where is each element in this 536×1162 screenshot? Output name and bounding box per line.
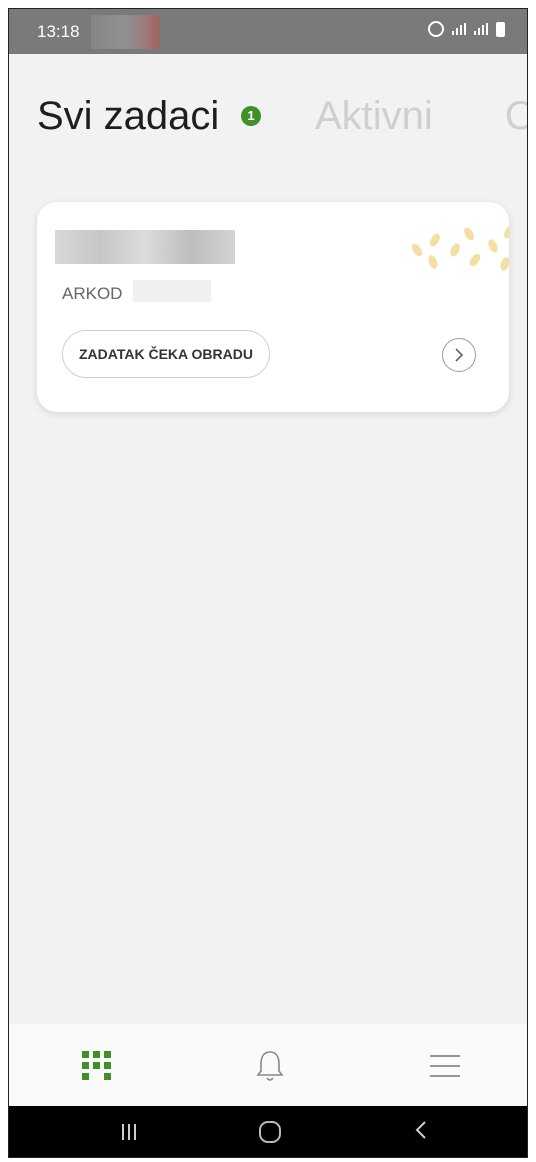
bottom-navigation <box>9 1024 527 1106</box>
signal-icon-2 <box>474 23 488 35</box>
signal-icon <box>452 23 466 35</box>
tab-active[interactable]: Aktivni <box>315 94 433 139</box>
task-title-redacted <box>55 230 235 264</box>
arkod-value-redacted <box>133 280 211 302</box>
phone-screen: 13:18 Svi zadaci 1 Aktivni O <box>8 8 528 1158</box>
status-notification-blur <box>91 15 159 49</box>
back-icon[interactable] <box>414 1119 428 1141</box>
status-icons <box>428 21 505 37</box>
chevron-right-icon <box>455 348 464 362</box>
tab-other[interactable]: O <box>505 94 527 139</box>
task-card[interactable]: ARKOD ZADATAK ČEKA OBRADU <box>37 202 509 412</box>
status-time: 13:18 <box>37 22 80 41</box>
recent-apps-icon[interactable] <box>119 1122 139 1142</box>
hotspot-icon <box>428 21 444 37</box>
grid-icon <box>82 1051 111 1080</box>
open-task-button[interactable] <box>442 338 476 372</box>
status-bar: 13:18 <box>9 9 527 54</box>
home-button-icon[interactable] <box>259 1121 281 1143</box>
nav-notifications-button[interactable] <box>252 1048 288 1084</box>
bell-icon <box>256 1051 284 1081</box>
app-content: Svi zadaci 1 Aktivni O ARKOD <box>9 54 527 1024</box>
tab-all-tasks[interactable]: Svi zadaci <box>37 94 219 139</box>
battery-icon <box>496 21 505 37</box>
menu-icon <box>430 1055 460 1077</box>
system-navigation-bar <box>9 1106 527 1157</box>
nav-menu-button[interactable] <box>427 1048 463 1084</box>
task-status-badge: ZADATAK ČEKA OBRADU <box>62 330 270 378</box>
tab-count-badge: 1 <box>241 106 261 126</box>
nav-tasks-button[interactable] <box>79 1048 115 1084</box>
wheat-pattern-icon <box>411 225 509 271</box>
arkod-label: ARKOD <box>62 284 123 303</box>
